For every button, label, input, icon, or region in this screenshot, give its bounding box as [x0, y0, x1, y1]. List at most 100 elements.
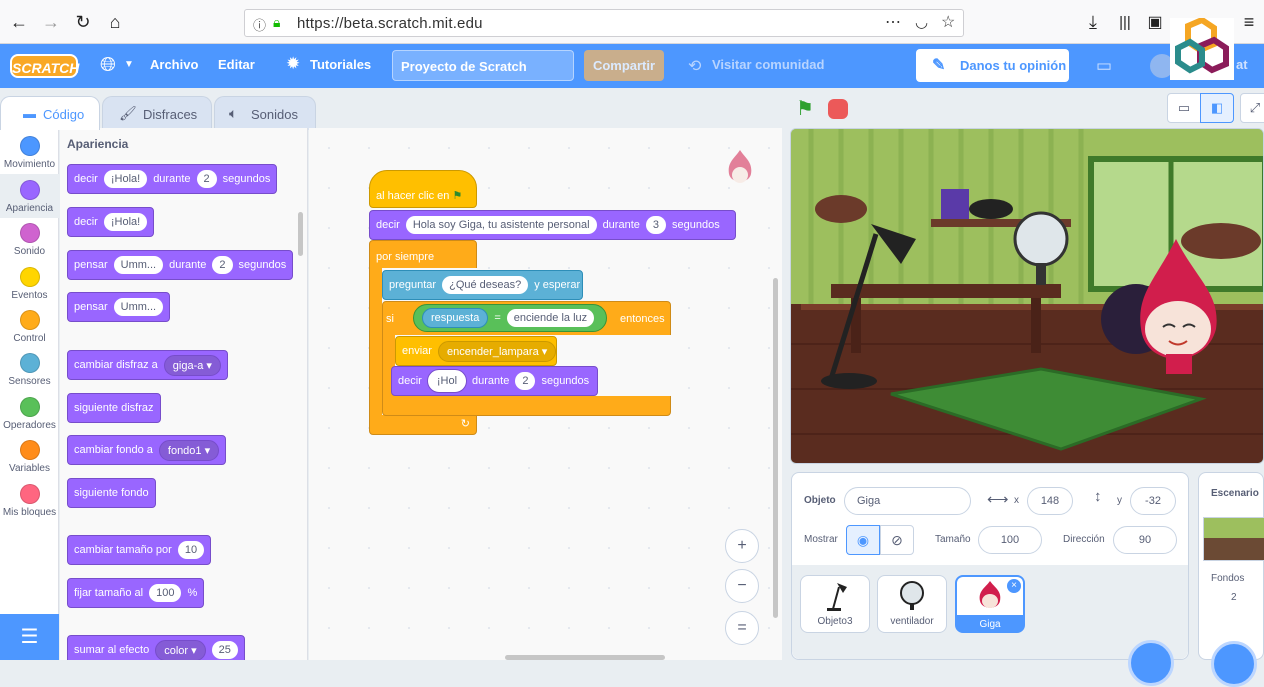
feedback-button[interactable]: ✎ Danos tu opinión: [916, 49, 1069, 82]
block-input[interactable]: 2: [196, 170, 217, 188]
backdrop-dropdown[interactable]: fondo1 ▾: [158, 439, 220, 461]
folder-icon[interactable]: ▭: [1096, 56, 1112, 76]
add-sprite-button[interactable]: [1128, 640, 1174, 686]
url-bar[interactable]: ⓘ 🔒︎ https://beta.scratch.mit.edu ⋯ ◡ ☆: [244, 9, 964, 37]
info-icon[interactable]: ⓘ: [253, 15, 266, 34]
project-title-input[interactable]: Proyecto de Scratch: [392, 50, 574, 81]
fullscreen-icon[interactable]: ⤢: [1240, 93, 1264, 123]
block-change-size[interactable]: cambiar tamaño por 10: [67, 535, 212, 565]
category-my-blocks[interactable]: Mis bloques: [0, 484, 59, 518]
block-input-editing[interactable]: ¡Hol: [427, 370, 467, 392]
stop-icon[interactable]: [828, 99, 848, 119]
add-backdrop-button[interactable]: [1211, 641, 1257, 687]
category-variables[interactable]: Variables: [0, 440, 59, 474]
small-stage-button[interactable]: ▭: [1167, 93, 1201, 123]
block-input[interactable]: 3: [645, 216, 666, 234]
home-icon[interactable]: ⌂: [102, 9, 128, 35]
stage-target-pane[interactable]: Escenario Fondos 2: [1198, 472, 1264, 687]
back-icon[interactable]: ←: [6, 9, 32, 35]
pocket-icon[interactable]: ◡: [915, 13, 928, 31]
block-next-backdrop[interactable]: siguiente fondo: [67, 478, 156, 508]
category-motion[interactable]: Movimiento: [0, 136, 59, 170]
stage[interactable]: [790, 128, 1264, 464]
library-icon[interactable]: |||: [1112, 9, 1138, 35]
block-equals[interactable]: respuesta = enciende la luz: [413, 304, 607, 332]
effect-dropdown[interactable]: color ▾: [155, 639, 206, 660]
x-input[interactable]: 148: [1027, 487, 1073, 515]
sprite-thumb-selected[interactable]: × Giga: [955, 575, 1025, 633]
zoom-out-button[interactable]: −: [725, 569, 759, 603]
menu-file[interactable]: Archivo: [150, 57, 198, 72]
zoom-in-button[interactable]: +: [725, 529, 759, 563]
block-change-effect[interactable]: sumar al efecto color ▾ 25: [67, 635, 245, 660]
block-input[interactable]: 100: [149, 584, 182, 602]
block-input[interactable]: ¿Qué deseas?: [442, 276, 529, 294]
costume-dropdown[interactable]: giga-a ▾: [163, 354, 221, 376]
block-think[interactable]: pensar Umm...: [67, 292, 171, 322]
block-broadcast[interactable]: enviar encender_lampara ▾: [395, 336, 557, 366]
menu-icon[interactable]: ≡: [1236, 9, 1262, 35]
block-input[interactable]: Umm...: [113, 298, 164, 316]
block-input[interactable]: ¡Hola!: [103, 213, 148, 231]
category-looks[interactable]: Apariencia: [0, 174, 59, 218]
more-icon[interactable]: ⋯: [885, 12, 901, 32]
block-input[interactable]: ¡Hola!: [103, 170, 148, 188]
sidebar-icon[interactable]: ▣: [1142, 9, 1168, 35]
zoom-reset-button[interactable]: =: [725, 611, 759, 645]
share-button[interactable]: Compartir: [584, 50, 664, 81]
show-hidden-button[interactable]: ⊘: [880, 525, 914, 555]
block-think-for-secs[interactable]: pensar Umm... durante 2 segundos: [67, 250, 294, 280]
block-say[interactable]: decir ¡Hola!: [67, 207, 155, 237]
large-stage-button[interactable]: ◧: [1200, 93, 1234, 123]
block-input[interactable]: Hola soy Giga, tu asistente personal: [405, 216, 597, 234]
block-say-for-secs-dragging[interactable]: decir ¡Hol durante 2 segundos: [391, 366, 598, 396]
block-set-size[interactable]: fijar tamaño al 100%: [67, 578, 205, 608]
block-input[interactable]: 2: [515, 372, 536, 390]
size-input[interactable]: 100: [978, 526, 1042, 554]
block-input[interactable]: enciende la luz: [506, 309, 595, 327]
category-events[interactable]: Eventos: [0, 267, 59, 301]
download-icon[interactable]: ⤓: [1080, 9, 1106, 35]
see-community-button[interactable]: Visitar comunidad: [712, 57, 824, 72]
menu-tutorials[interactable]: Tutoriales: [310, 57, 371, 72]
code-workspace[interactable]: al hacer clic en ⚑ decir Hola soy Giga, t…: [309, 128, 782, 660]
sprite-name-input[interactable]: Giga: [844, 487, 971, 515]
show-visible-button[interactable]: ◉: [846, 525, 880, 555]
lightbulb-icon[interactable]: ✹: [286, 54, 300, 74]
block-ask-and-wait[interactable]: preguntar ¿Qué deseas? y esperar: [382, 270, 583, 300]
category-sound[interactable]: Sonido: [0, 223, 59, 257]
chevron-down-icon[interactable]: ▼: [124, 59, 134, 70]
block-input[interactable]: 10: [177, 541, 205, 559]
category-sensing[interactable]: Sensores: [0, 353, 59, 387]
tab-sounds[interactable]: 🔈︎ Sonidos: [214, 96, 316, 130]
green-flag-icon[interactable]: ⚑: [796, 96, 814, 121]
menu-edit[interactable]: Editar: [218, 57, 255, 72]
workspace-hscrollbar[interactable]: [505, 655, 665, 660]
block-switch-backdrop[interactable]: cambiar fondo a fondo1 ▾: [67, 435, 227, 465]
reporter-answer[interactable]: respuesta: [422, 308, 489, 328]
block-say-for-secs[interactable]: decir ¡Hola! durante 2 segundos: [67, 164, 278, 194]
bookmark-star-icon[interactable]: ☆: [941, 12, 955, 32]
block-input[interactable]: 25: [211, 641, 238, 659]
tab-costumes[interactable]: 🖌︎ Disfraces: [102, 96, 212, 130]
sprite-thumb[interactable]: ventilador: [877, 575, 947, 633]
tab-code[interactable]: ▬ Código: [0, 96, 100, 130]
add-extension-button[interactable]: ☰: [0, 614, 59, 660]
direction-input[interactable]: 90: [1113, 526, 1177, 554]
scratch-logo[interactable]: SCRATCH: [10, 54, 79, 78]
block-say-for-secs[interactable]: decir Hola soy Giga, tu asistente persona…: [369, 210, 736, 240]
category-control[interactable]: Control: [0, 310, 59, 344]
block-next-costume[interactable]: siguiente disfraz: [67, 393, 161, 423]
message-dropdown[interactable]: encender_lampara ▾: [437, 340, 557, 362]
block-input[interactable]: 2: [212, 256, 233, 274]
forward-icon[interactable]: →: [38, 9, 64, 35]
reload-icon[interactable]: ↻: [70, 9, 96, 35]
block-input[interactable]: Umm...: [113, 256, 164, 274]
language-globe-icon[interactable]: 🌐︎: [100, 54, 116, 77]
block-when-flag-clicked[interactable]: al hacer clic en ⚑: [369, 170, 477, 208]
delete-sprite-icon[interactable]: ×: [1007, 579, 1021, 593]
y-input[interactable]: -32: [1130, 487, 1176, 515]
palette-scrollbar[interactable]: [298, 212, 303, 256]
category-operators[interactable]: Operadores: [0, 397, 59, 431]
workspace-scrollbar[interactable]: [773, 278, 778, 618]
